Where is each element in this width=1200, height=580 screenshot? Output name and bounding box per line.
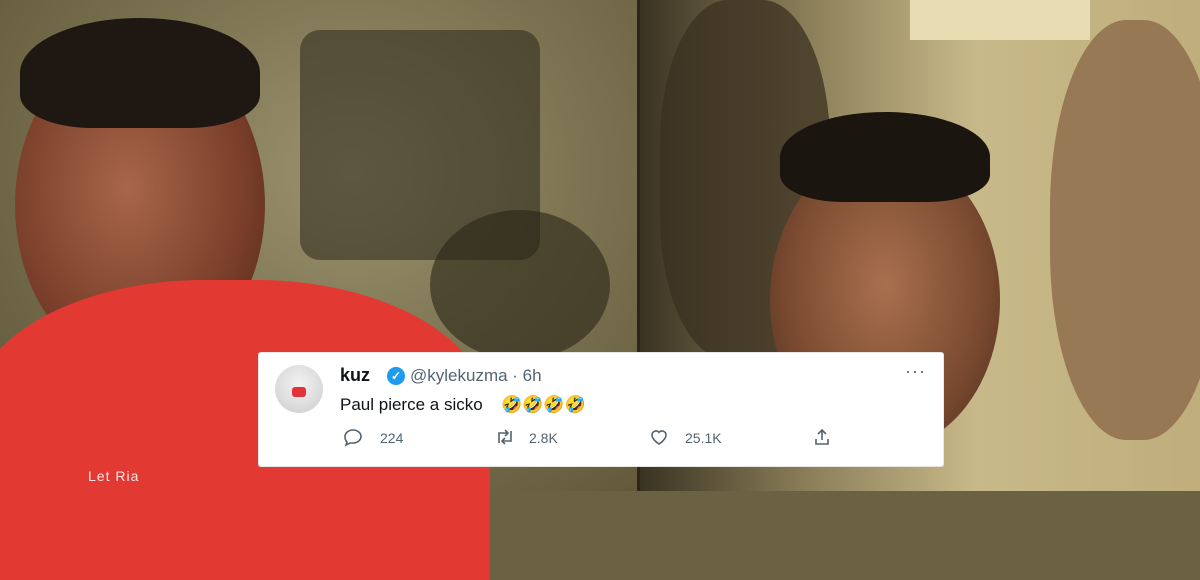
more-options-icon[interactable]: ···	[905, 361, 926, 382]
retweet-icon[interactable]	[494, 427, 516, 452]
background-caption: Let Ria	[88, 468, 140, 484]
background-person	[430, 210, 610, 360]
tweet-text: Paul pierce a sicko	[340, 395, 483, 414]
like-icon[interactable]	[649, 427, 669, 452]
verified-badge-icon: ✓	[387, 367, 405, 385]
reply-count: 224	[380, 430, 404, 446]
like-count: 25.1K	[685, 430, 722, 446]
face-mask-icon	[292, 387, 306, 397]
window	[910, 0, 1090, 40]
tweet-card: kuz ✓ @kylekuzma · 6h ··· Paul pierce a …	[259, 353, 943, 466]
handle-and-time[interactable]: @kylekuzma · 6h	[410, 366, 542, 386]
reply-icon[interactable]	[343, 427, 363, 452]
tweet-emojis: 🤣🤣🤣🤣	[501, 395, 586, 414]
woman-right	[1050, 20, 1200, 440]
man-hair-left	[20, 18, 260, 128]
avatar[interactable]	[275, 365, 323, 413]
display-name[interactable]: kuz	[340, 365, 370, 386]
man-hair-right	[780, 112, 990, 202]
share-icon[interactable]	[812, 427, 832, 452]
retweet-count: 2.8K	[529, 430, 558, 446]
